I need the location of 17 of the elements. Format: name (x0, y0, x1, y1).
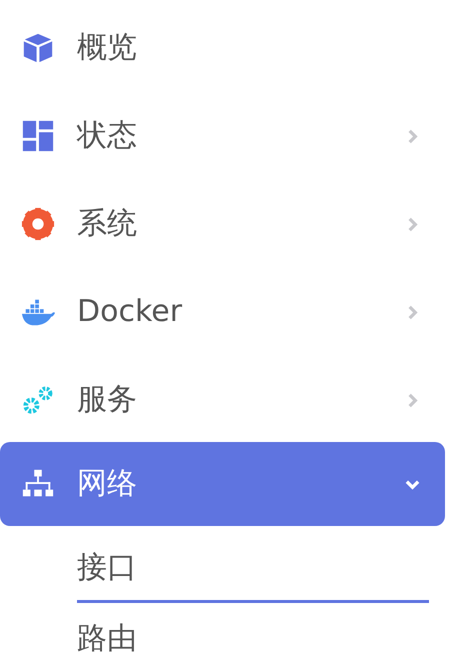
menu-item[interactable]: 服务 (0, 356, 445, 444)
menu-label: 系统 (77, 206, 138, 242)
menu-label: 概览 (77, 30, 138, 66)
menu-label: 状态 (77, 118, 138, 154)
menu-label: Docker (77, 294, 184, 330)
gear-icon (21, 207, 55, 241)
menu-item[interactable]: 系统 (0, 180, 445, 268)
menu-item[interactable]: 状态 (0, 92, 445, 180)
cube-icon (21, 31, 55, 65)
submenu-item[interactable]: 路由 (77, 603, 429, 665)
menu-label: 服务 (77, 382, 138, 418)
menu-label: 网络 (77, 466, 138, 502)
submenu-item[interactable]: 接口 (77, 526, 429, 603)
dashboard-icon (21, 119, 55, 153)
menu-item[interactable]: 概览 (0, 4, 445, 92)
menu-item[interactable]: 网络 (0, 442, 445, 526)
menu-item[interactable]: Docker (0, 268, 445, 356)
